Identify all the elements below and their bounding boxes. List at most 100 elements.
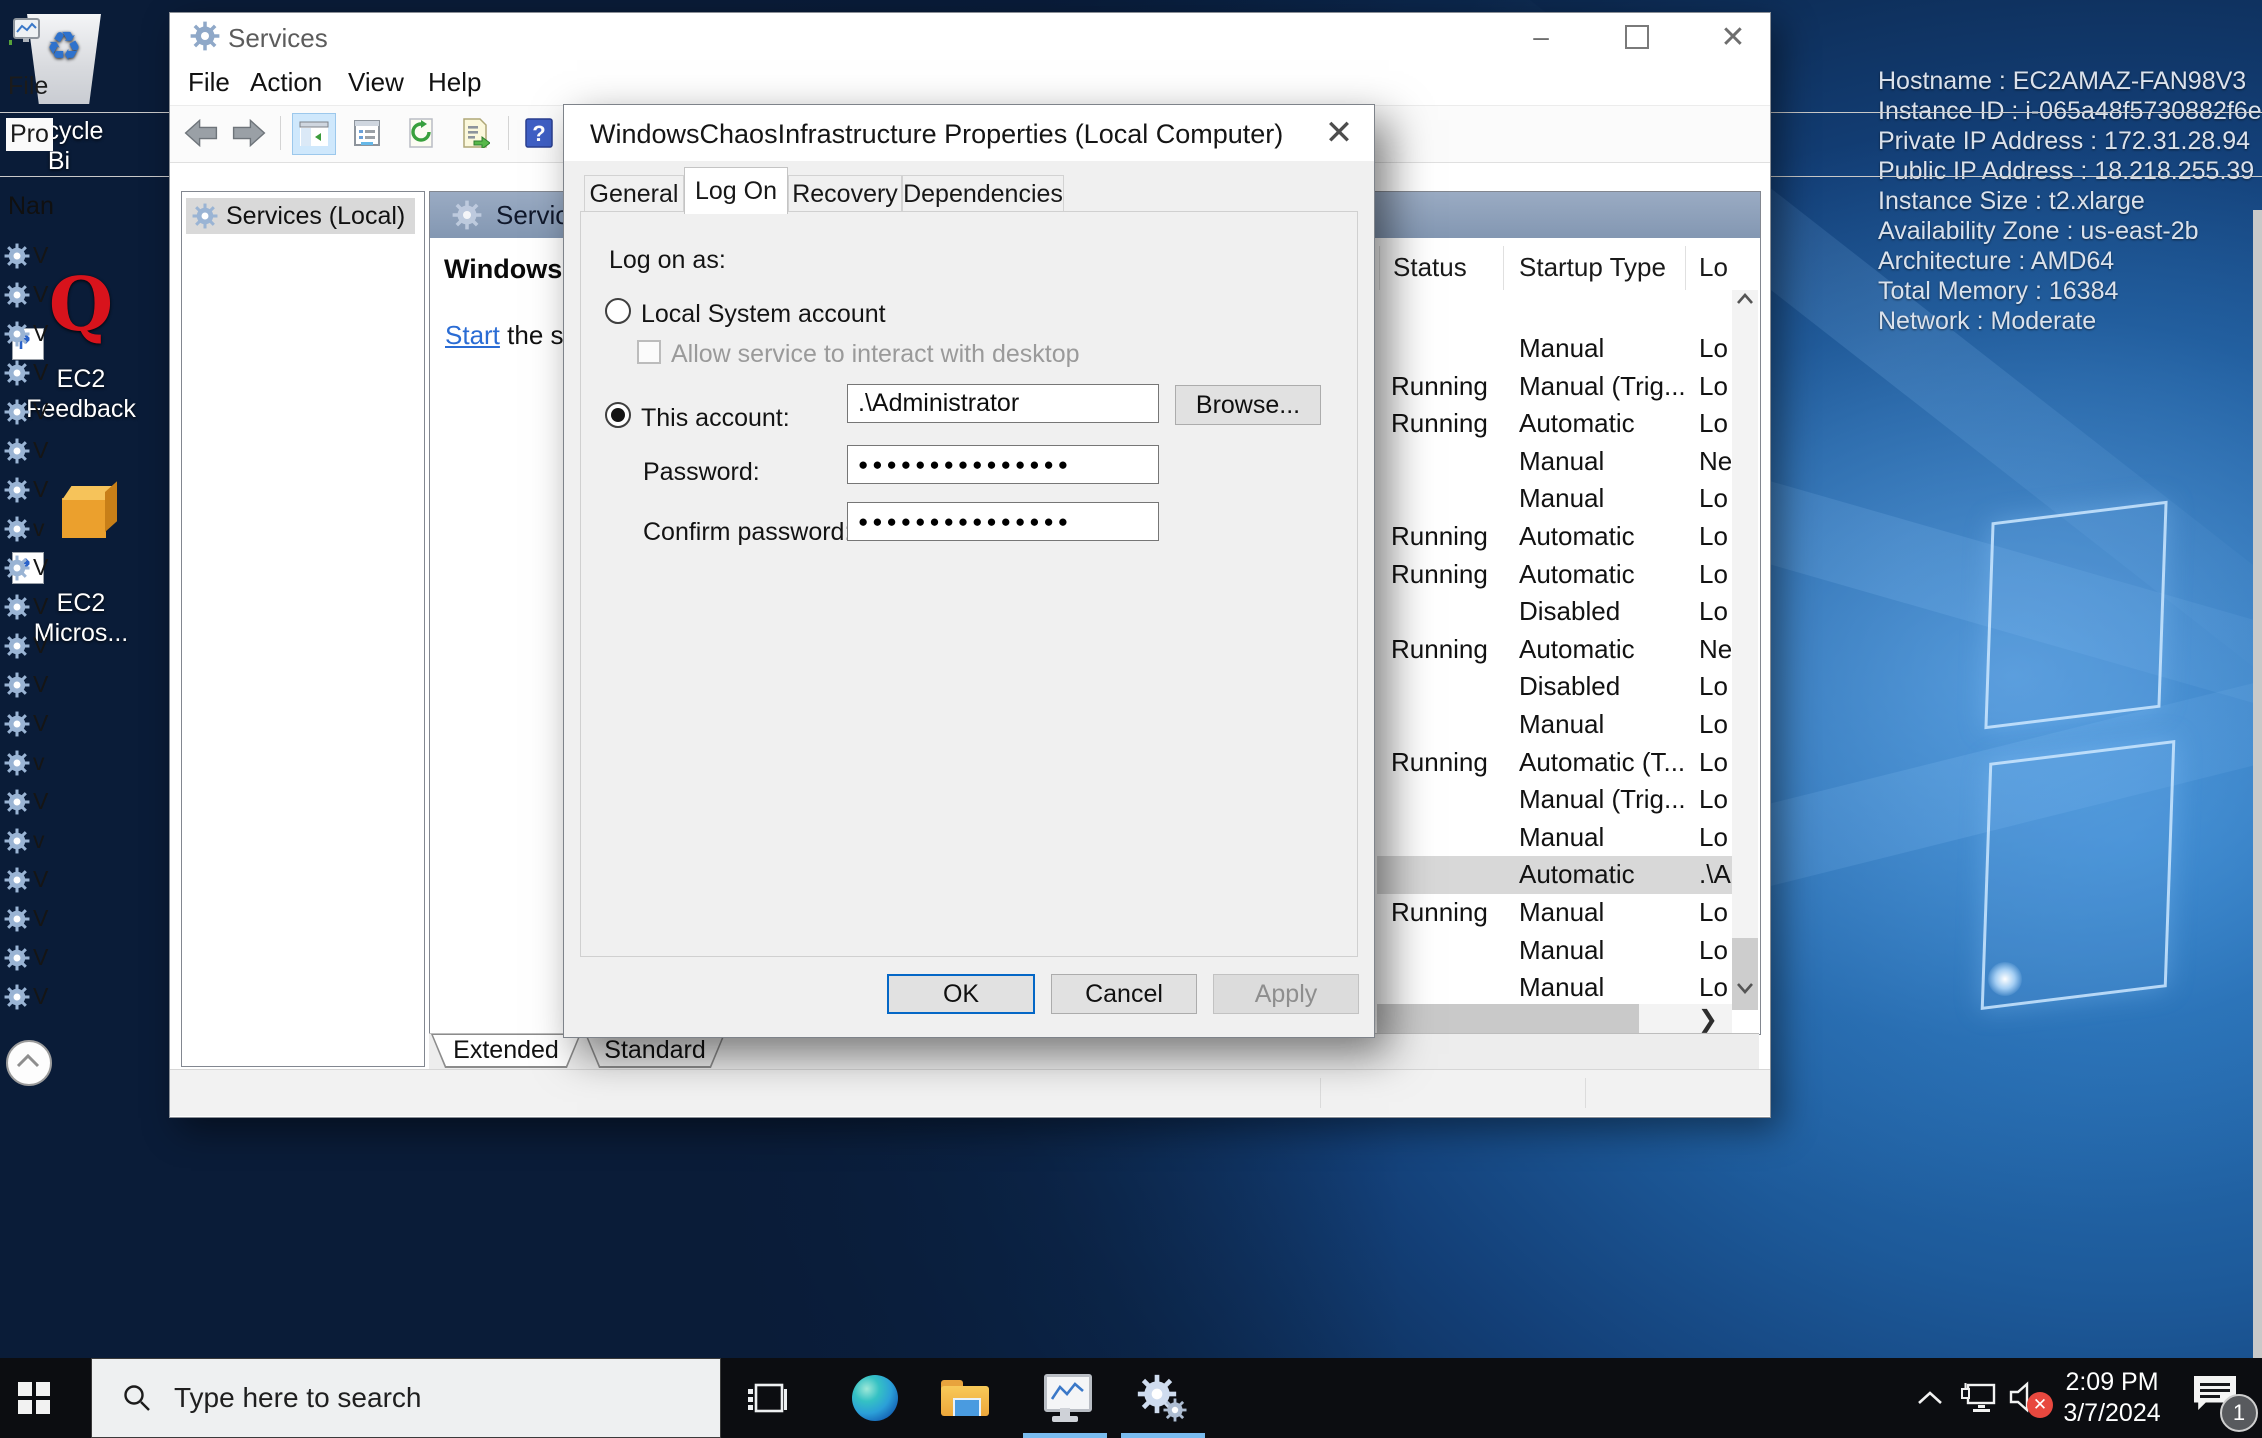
- scroll-up-circle-icon[interactable]: [6, 1040, 48, 1086]
- service-row[interactable]: ManualLo: [1377, 480, 1732, 518]
- tree-item-services-local[interactable]: Services (Local): [186, 198, 415, 234]
- column-logon[interactable]: Lo: [1699, 252, 1728, 283]
- this-account-label[interactable]: This account:: [641, 404, 790, 433]
- tab-general[interactable]: General: [584, 175, 684, 212]
- export-list-button[interactable]: [454, 113, 496, 153]
- services-list[interactable]: Status Startup Type Lo ManualLoRunningMa…: [1377, 238, 1760, 1034]
- refresh-button[interactable]: [400, 113, 442, 153]
- tab-standard[interactable]: Standard: [585, 1034, 725, 1068]
- tray-chevron-icon[interactable]: [1908, 1358, 1952, 1438]
- bg-service-item[interactable]: V: [4, 626, 48, 665]
- help-button[interactable]: ?: [518, 113, 560, 153]
- bg-column-name[interactable]: Nan: [8, 192, 48, 221]
- service-row[interactable]: ManualLo: [1377, 932, 1732, 970]
- service-row[interactable]: RunningAutomaticLo: [1377, 405, 1732, 443]
- vertical-scrollbar[interactable]: [1732, 290, 1758, 1002]
- bg-service-item[interactable]: V: [4, 236, 48, 275]
- bg-service-item[interactable]: V: [4, 782, 48, 821]
- column-status[interactable]: Status: [1393, 252, 1467, 283]
- bg-service-item[interactable]: v: [4, 509, 48, 548]
- bg-service-item[interactable]: V: [4, 899, 48, 938]
- tab-dependencies[interactable]: Dependencies: [902, 175, 1064, 212]
- bg-service-item[interactable]: V: [4, 353, 48, 392]
- service-row[interactable]: DisabledLo: [1377, 668, 1732, 706]
- tab-recovery[interactable]: Recovery: [788, 175, 902, 212]
- confirm-password-input[interactable]: ●●●●●●●●●●●●●●●: [847, 502, 1159, 541]
- local-system-label[interactable]: Local System account: [641, 300, 886, 329]
- bg-service-item[interactable]: V: [4, 977, 48, 1016]
- show-console-tree-button[interactable]: [292, 113, 336, 155]
- password-input[interactable]: ●●●●●●●●●●●●●●●: [847, 445, 1159, 484]
- cancel-button[interactable]: Cancel: [1051, 974, 1197, 1014]
- bg-service-item[interactable]: V: [4, 938, 48, 977]
- bg-service-item[interactable]: V: [4, 392, 48, 431]
- dialog-titlebar[interactable]: WindowsChaosInfrastructure Properties (L…: [564, 105, 1374, 161]
- bg-service-item[interactable]: v: [4, 743, 48, 782]
- bg-service-item[interactable]: V: [4, 275, 48, 314]
- service-row[interactable]: ManualLo: [1377, 330, 1732, 368]
- bg-service-item[interactable]: V: [4, 860, 48, 899]
- bg-service-item[interactable]: V: [4, 704, 48, 743]
- tab-extended[interactable]: Extended: [431, 1034, 581, 1068]
- start-button[interactable]: [0, 1358, 68, 1438]
- properties-button[interactable]: [346, 113, 388, 153]
- back-button[interactable]: [180, 113, 222, 153]
- tab-log-on[interactable]: Log On: [684, 167, 788, 214]
- interact-desktop-checkbox[interactable]: [637, 340, 661, 364]
- bg-service-item[interactable]: V: [4, 470, 48, 509]
- scroll-right-icon[interactable]: ❯: [1698, 1005, 1718, 1034]
- services-taskbar-icon[interactable]: [1118, 1358, 1208, 1438]
- minimize-button[interactable]: –: [1506, 13, 1576, 61]
- service-row[interactable]: RunningAutomaticLo: [1377, 518, 1732, 556]
- bg-service-item[interactable]: V: [4, 665, 48, 704]
- service-row[interactable]: RunningManualLo: [1377, 894, 1732, 932]
- service-row[interactable]: RunningAutomaticLo: [1377, 556, 1732, 594]
- service-row[interactable]: Automatic.\A: [1377, 856, 1732, 894]
- maximize-button[interactable]: [1602, 13, 1672, 61]
- menu-action[interactable]: Action: [250, 67, 322, 98]
- bg-service-item[interactable]: V: [4, 431, 48, 470]
- taskbar-clock[interactable]: 2:09 PM 3/7/2024: [2056, 1358, 2168, 1438]
- browse-button[interactable]: Browse...: [1175, 385, 1321, 425]
- service-row[interactable]: ManualLo: [1377, 706, 1732, 744]
- ok-button[interactable]: OK: [887, 974, 1035, 1014]
- service-row[interactable]: Manual (Trig...Lo: [1377, 781, 1732, 819]
- properties-dialog[interactable]: WindowsChaosInfrastructure Properties (L…: [563, 104, 1375, 1038]
- service-row[interactable]: RunningManual (Trig...Lo: [1377, 368, 1732, 406]
- h-scrollbar-thumb[interactable]: [1377, 1004, 1639, 1034]
- bg-toolbar-pro[interactable]: Pro: [6, 118, 48, 151]
- network-tray-icon[interactable]: [1952, 1358, 2004, 1438]
- bg-service-item[interactable]: v: [4, 821, 48, 860]
- taskbar-search[interactable]: Type here to search: [91, 1358, 721, 1438]
- bg-menu-file[interactable]: File: [8, 72, 48, 101]
- scroll-down-icon[interactable]: [1736, 981, 1754, 1000]
- bg-service-item[interactable]: V: [4, 314, 48, 353]
- file-explorer-icon[interactable]: [920, 1358, 1010, 1438]
- column-startup-type[interactable]: Startup Type: [1519, 252, 1666, 283]
- bg-service-item[interactable]: V: [4, 548, 48, 587]
- scroll-up-icon[interactable]: [1736, 292, 1754, 311]
- action-center-button[interactable]: 1: [2180, 1358, 2256, 1438]
- service-row[interactable]: ManualNe: [1377, 443, 1732, 481]
- service-row[interactable]: ManualLo: [1377, 969, 1732, 1007]
- menu-help[interactable]: Help: [428, 67, 481, 98]
- menu-view[interactable]: View: [348, 67, 404, 98]
- start-service-link[interactable]: Start: [445, 320, 500, 350]
- menu-file[interactable]: File: [188, 67, 230, 98]
- service-row[interactable]: RunningAutomatic (T...Lo: [1377, 744, 1732, 782]
- account-input[interactable]: .\Administrator: [847, 384, 1159, 423]
- task-view-button[interactable]: [722, 1358, 812, 1438]
- service-row[interactable]: RunningAutomaticNe: [1377, 631, 1732, 669]
- service-row[interactable]: DisabledLo: [1377, 593, 1732, 631]
- this-account-radio[interactable]: [605, 402, 631, 428]
- services-titlebar[interactable]: Services – ✕: [170, 13, 1770, 61]
- horizontal-scrollbar[interactable]: ❯: [1377, 1004, 1732, 1034]
- edge-browser-icon[interactable]: [830, 1358, 920, 1438]
- close-button[interactable]: ✕: [1698, 13, 1768, 61]
- performance-monitor-icon[interactable]: [1020, 1358, 1110, 1438]
- volume-muted-icon[interactable]: ✕: [2002, 1358, 2058, 1438]
- dialog-close-button[interactable]: ✕: [1308, 109, 1370, 157]
- local-system-radio[interactable]: [605, 298, 631, 324]
- forward-button[interactable]: [228, 113, 270, 153]
- service-row[interactable]: ManualLo: [1377, 819, 1732, 857]
